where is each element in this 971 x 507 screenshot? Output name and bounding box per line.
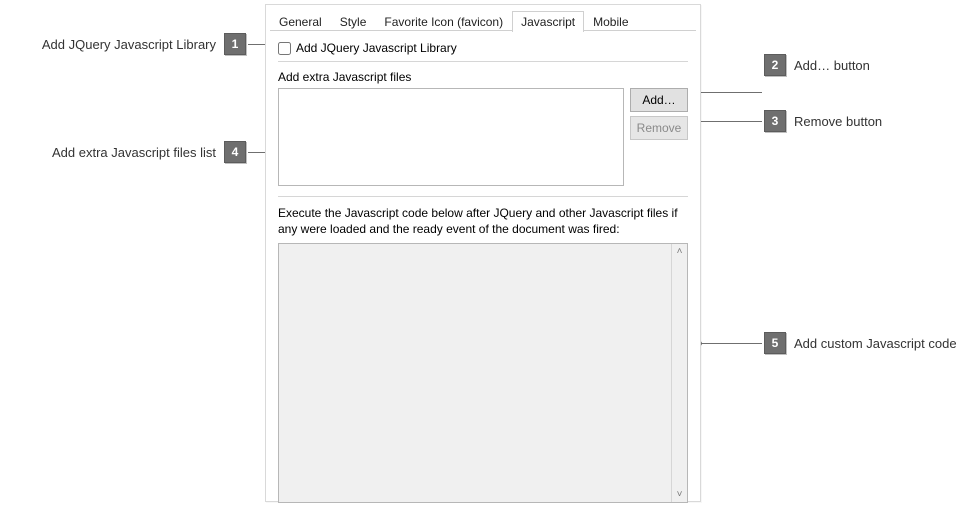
- jquery-checkbox-row: Add JQuery Javascript Library: [278, 41, 688, 62]
- callout-5-badge: 5: [764, 332, 786, 354]
- tab-general[interactable]: General: [270, 11, 331, 32]
- callout-line-2: [695, 92, 762, 93]
- scrollbar[interactable]: ˄ ˅: [671, 244, 687, 502]
- divider: [278, 196, 688, 197]
- callout-1: Add JQuery Javascript Library 1: [6, 33, 246, 55]
- tab-strip: General Style Favorite Icon (favicon) Ja…: [266, 7, 700, 31]
- callout-3-badge: 3: [764, 110, 786, 132]
- tab-javascript[interactable]: Javascript: [512, 11, 584, 32]
- remove-button[interactable]: Remove: [630, 116, 688, 140]
- callout-3: 3 Remove button: [764, 110, 882, 132]
- extra-files-label: Add extra Javascript files: [278, 70, 688, 84]
- callout-2: 2 Add… button: [764, 54, 870, 76]
- add-button[interactable]: Add…: [630, 88, 688, 112]
- callout-1-badge: 1: [224, 33, 246, 55]
- jquery-checkbox-label: Add JQuery Javascript Library: [296, 41, 457, 55]
- callout-1-text: Add JQuery Javascript Library: [42, 37, 216, 52]
- callout-2-badge: 2: [764, 54, 786, 76]
- tab-favicon[interactable]: Favorite Icon (favicon): [375, 11, 512, 32]
- tab-underline: [270, 30, 696, 31]
- callout-line-3: [695, 121, 762, 122]
- callout-line-5: [700, 343, 762, 344]
- scroll-down-icon[interactable]: ˅: [677, 489, 683, 500]
- tab-style[interactable]: Style: [331, 11, 376, 32]
- tab-mobile[interactable]: Mobile: [584, 11, 637, 32]
- extra-files-list[interactable]: [278, 88, 624, 186]
- callout-4: Add extra Javascript files list 4: [6, 141, 246, 163]
- tab-body-javascript: Add JQuery Javascript Library Add extra …: [266, 31, 700, 501]
- extra-files-row: Add… Remove: [278, 88, 688, 186]
- exec-label: Execute the Javascript code below after …: [278, 205, 688, 237]
- callout-3-text: Remove button: [794, 114, 882, 129]
- scroll-up-icon[interactable]: ˄: [677, 246, 683, 257]
- callout-2-text: Add… button: [794, 58, 870, 73]
- settings-panel: General Style Favorite Icon (favicon) Ja…: [265, 4, 701, 502]
- callout-5: 5 Add custom Javascript code: [764, 332, 957, 354]
- custom-js-textarea[interactable]: [279, 244, 671, 502]
- callout-4-text: Add extra Javascript files list: [52, 145, 216, 160]
- code-area-wrap: ˄ ˅: [278, 243, 688, 503]
- callout-5-text: Add custom Javascript code: [794, 336, 957, 351]
- jquery-checkbox[interactable]: [278, 42, 291, 55]
- extra-files-buttons: Add… Remove: [630, 88, 688, 186]
- callout-4-badge: 4: [224, 141, 246, 163]
